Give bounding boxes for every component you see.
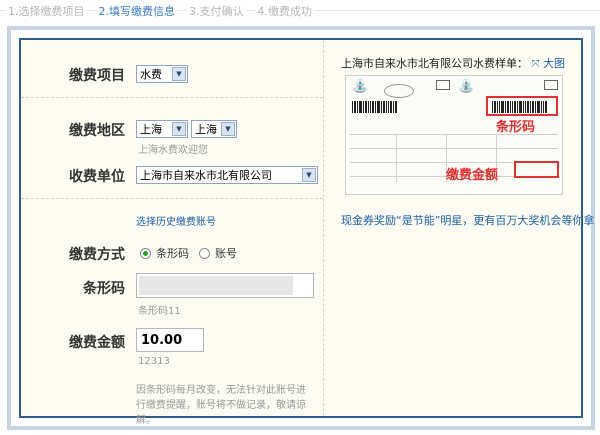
item-label: 缴费项目 xyxy=(69,68,125,84)
province-select-value: 上海 xyxy=(140,123,162,136)
item-select[interactable]: 水费 ▼ xyxy=(136,65,188,83)
method-option-barcode: 条形码 xyxy=(156,247,189,260)
view-large-link[interactable]: 大图 xyxy=(543,57,565,70)
chevron-down-icon: ▼ xyxy=(221,122,235,136)
sample-bill-image[interactable]: ⛲ ⛲ 条形码 缴费金额 xyxy=(345,75,563,195)
faucet-icon: ⛲ xyxy=(352,79,369,94)
region-label: 缴费地区 xyxy=(69,123,125,139)
seal-shape xyxy=(544,80,558,90)
bill-rule xyxy=(350,134,558,135)
amount-caption: 缴费金额 xyxy=(446,168,499,183)
faucet-icon: ⛲ xyxy=(458,79,475,94)
progress-steps: 1.选择缴费项目 2.填写缴费信息 3.支付确认 4.缴费成功 xyxy=(0,0,600,22)
city-select-value: 上海 xyxy=(195,123,217,136)
amount-input[interactable]: 10.00 xyxy=(136,328,204,352)
step-3: 3.支付确认 xyxy=(187,3,246,19)
barcode-input-masked-value xyxy=(139,276,293,295)
amount-hint: 12313 xyxy=(138,356,170,367)
seal-shape xyxy=(436,80,450,90)
method-radio-barcode[interactable]: 条形码 xyxy=(140,245,189,261)
divider xyxy=(21,198,323,199)
column-divider xyxy=(323,40,324,416)
amount-highlight-box xyxy=(514,161,559,178)
barcode-highlight-box xyxy=(486,96,558,116)
promo-text[interactable]: 现金券奖励“是节能”明星，更有百万大奖机会等你拿 xyxy=(341,212,594,228)
step-1: 1.选择缴费项目 xyxy=(6,3,87,19)
sample-bill-title: 上海市自来水市北有限公司水费样单： ⤧ 大图 xyxy=(341,55,565,71)
province-select[interactable]: 上海 ▼ xyxy=(136,120,188,138)
region-hint: 上海水费欢迎您 xyxy=(138,145,208,156)
barcode-label: 条形码 xyxy=(83,281,125,297)
barcode-notice: 因条形码每月改变，无法针对此账号进行缴费提醒，账号将不做记录，敬请谅解。 xyxy=(136,385,306,426)
chevron-down-icon: ▼ xyxy=(302,168,316,182)
history-account-link[interactable]: 选择历史缴费账号 xyxy=(136,213,216,228)
unit-select[interactable]: 上海市自来水市北有限公司 ▼ xyxy=(136,166,318,184)
amount-label: 缴费金额 xyxy=(69,335,125,351)
step-4: 4.缴费成功 xyxy=(255,3,314,19)
bill-barcode-small xyxy=(352,101,398,113)
bill-rule xyxy=(396,134,397,182)
barcode-hint: 条形码11 xyxy=(138,306,181,317)
zoom-icon: ⤧ xyxy=(531,59,540,70)
payment-panel: 缴费项目 水费 ▼ 缴费地区 上海 ▼ 上海 ▼ 上海水费欢迎您 收费单位 上海… xyxy=(19,38,594,426)
barcode-input[interactable] xyxy=(136,273,314,298)
bill-rule xyxy=(350,148,558,149)
item-select-value: 水费 xyxy=(140,68,162,81)
bill-barcode xyxy=(492,101,548,113)
method-label: 缴费方式 xyxy=(69,247,125,263)
sample-title-text: 上海市自来水市北有限公司水费样单： xyxy=(341,57,528,70)
barcode-caption: 条形码 xyxy=(496,120,536,135)
unit-label: 收费单位 xyxy=(69,169,125,185)
chevron-down-icon: ▼ xyxy=(172,122,186,136)
chevron-down-icon: ▼ xyxy=(172,67,186,81)
unit-select-value: 上海市自来水市北有限公司 xyxy=(140,169,272,182)
radio-unchecked-icon xyxy=(199,247,210,259)
city-select[interactable]: 上海 ▼ xyxy=(191,120,237,138)
method-option-account: 账号 xyxy=(215,247,237,260)
payment-panel-outer: 缴费项目 水费 ▼ 缴费地区 上海 ▼ 上海 ▼ 上海水费欢迎您 收费单位 上海… xyxy=(7,26,595,430)
method-radio-account[interactable]: 账号 xyxy=(199,245,237,261)
stamp-shape xyxy=(384,84,414,98)
payment-form: 缴费项目 水费 ▼ 缴费地区 上海 ▼ 上海 ▼ 上海水费欢迎您 收费单位 上海… xyxy=(21,40,323,426)
divider xyxy=(21,97,323,98)
sample-bill-panel: 上海市自来水市北有限公司水费样单： ⤧ 大图 ⛲ ⛲ 条形码 缴费金额 现金券奖… xyxy=(331,40,594,416)
step-2-active: 2.填写缴费信息 xyxy=(96,3,177,19)
radio-checked-icon xyxy=(140,247,151,259)
